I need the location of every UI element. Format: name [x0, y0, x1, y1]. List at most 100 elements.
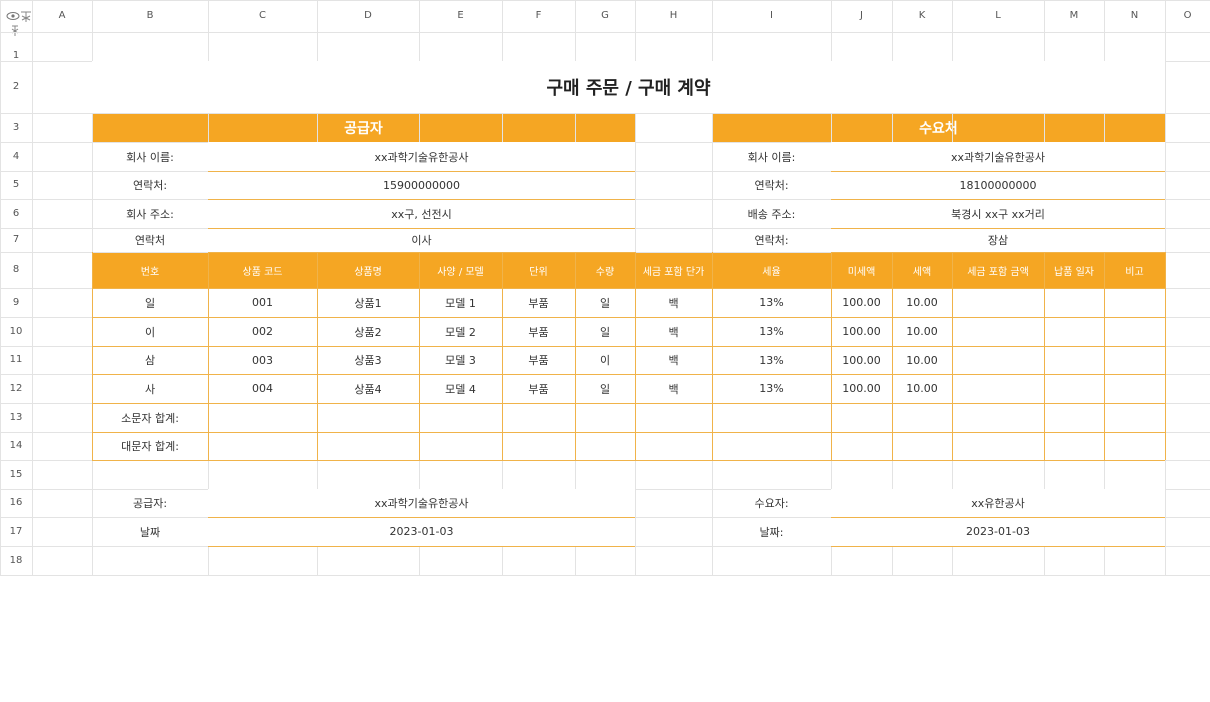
item-cell[interactable]: 상품4: [317, 374, 419, 403]
column-header[interactable]: I: [712, 0, 831, 32]
column-header[interactable]: D: [317, 0, 419, 32]
buyer-address-value[interactable]: 북경시 xx구 xx거리: [831, 199, 1165, 228]
item-cell[interactable]: 부품: [502, 317, 575, 346]
footer-buyer-date[interactable]: 2023-01-03: [831, 517, 1165, 546]
supplier-address-value[interactable]: xx구, 선전시: [208, 199, 635, 228]
item-cell[interactable]: [1044, 374, 1104, 403]
item-cell[interactable]: 상품3: [317, 346, 419, 374]
buyer-contact-value[interactable]: 18100000000: [831, 171, 1165, 199]
item-cell[interactable]: 100.00: [831, 374, 892, 403]
row-header[interactable]: 18: [0, 546, 32, 575]
eye-icon[interactable]: [6, 12, 20, 20]
column-header[interactable]: E: [419, 0, 502, 32]
column-header[interactable]: M: [1044, 0, 1104, 32]
row-header[interactable]: 3: [0, 113, 32, 142]
item-cell[interactable]: 10.00: [892, 346, 952, 374]
column-header[interactable]: J: [831, 0, 892, 32]
document-title: 구매 주문 / 구매 계약: [92, 61, 1165, 113]
item-cell[interactable]: 100.00: [831, 317, 892, 346]
supplier-company-value[interactable]: xx과학기술유한공사: [208, 142, 635, 171]
column-header[interactable]: A: [32, 0, 92, 32]
column-header[interactable]: G: [575, 0, 635, 32]
item-cell[interactable]: 이: [92, 317, 208, 346]
item-cell[interactable]: [1104, 317, 1165, 346]
item-cell[interactable]: 10.00: [892, 288, 952, 317]
supplier-person-value[interactable]: 이사: [208, 228, 635, 252]
column-header[interactable]: N: [1104, 0, 1165, 32]
row-header[interactable]: 9: [0, 288, 32, 317]
column-header[interactable]: F: [502, 0, 575, 32]
row-header[interactable]: 8: [0, 252, 32, 288]
item-cell[interactable]: 10.00: [892, 374, 952, 403]
item-cell[interactable]: [1104, 346, 1165, 374]
item-cell[interactable]: 100.00: [831, 346, 892, 374]
item-cell[interactable]: [1044, 346, 1104, 374]
column-header[interactable]: O: [1165, 0, 1210, 32]
buyer-person-value[interactable]: 장삼: [831, 228, 1165, 252]
row-header[interactable]: 4: [0, 142, 32, 171]
column-header[interactable]: H: [635, 0, 712, 32]
row-header[interactable]: 7: [0, 228, 32, 252]
item-cell[interactable]: 13%: [712, 346, 831, 374]
item-cell[interactable]: 부품: [502, 374, 575, 403]
item-cell[interactable]: 상품1: [317, 288, 419, 317]
row-header[interactable]: 6: [0, 199, 32, 228]
item-cell[interactable]: 일: [575, 374, 635, 403]
item-cell[interactable]: 백: [635, 288, 712, 317]
item-cell[interactable]: 상품2: [317, 317, 419, 346]
item-cell[interactable]: 일: [575, 288, 635, 317]
item-cell[interactable]: 백: [635, 317, 712, 346]
row-header[interactable]: 1: [0, 32, 32, 61]
item-cell[interactable]: 004: [208, 374, 317, 403]
row-header[interactable]: 11: [0, 346, 32, 374]
item-cell[interactable]: 삼: [92, 346, 208, 374]
item-cell[interactable]: 부품: [502, 288, 575, 317]
row-header[interactable]: 5: [0, 171, 32, 199]
row-header[interactable]: 16: [0, 489, 32, 517]
item-cell[interactable]: [1044, 317, 1104, 346]
item-cell[interactable]: 모델 3: [419, 346, 502, 374]
item-cell[interactable]: 백: [635, 374, 712, 403]
item-cell[interactable]: [952, 288, 1044, 317]
footer-supplier-value[interactable]: xx과학기술유한공사: [208, 489, 635, 517]
item-cell[interactable]: 일: [575, 317, 635, 346]
row-header[interactable]: 14: [0, 432, 32, 460]
item-cell[interactable]: 모델 4: [419, 374, 502, 403]
item-cell[interactable]: 001: [208, 288, 317, 317]
item-cell[interactable]: 모델 2: [419, 317, 502, 346]
column-header[interactable]: B: [92, 0, 208, 32]
row-header[interactable]: 15: [0, 460, 32, 489]
row-header[interactable]: 12: [0, 374, 32, 403]
item-cell[interactable]: [1044, 288, 1104, 317]
item-cell[interactable]: 100.00: [831, 288, 892, 317]
item-cell[interactable]: 부품: [502, 346, 575, 374]
column-header[interactable]: C: [208, 0, 317, 32]
item-cell[interactable]: [1104, 288, 1165, 317]
footer-supplier-date[interactable]: 2023-01-03: [208, 517, 635, 546]
item-cell[interactable]: 003: [208, 346, 317, 374]
column-header[interactable]: K: [892, 0, 952, 32]
table-border-h: [92, 460, 1165, 461]
item-cell[interactable]: 사: [92, 374, 208, 403]
item-cell[interactable]: 13%: [712, 317, 831, 346]
item-cell[interactable]: [1104, 374, 1165, 403]
row-header[interactable]: 17: [0, 517, 32, 546]
buyer-company-value[interactable]: xx과학기술유한공사: [831, 142, 1165, 171]
item-cell[interactable]: [952, 317, 1044, 346]
item-cell[interactable]: 일: [92, 288, 208, 317]
item-cell[interactable]: [952, 374, 1044, 403]
row-header[interactable]: 2: [0, 61, 32, 113]
item-cell[interactable]: 10.00: [892, 317, 952, 346]
row-header[interactable]: 10: [0, 317, 32, 346]
item-cell[interactable]: [952, 346, 1044, 374]
supplier-contact-value[interactable]: 15900000000: [208, 171, 635, 199]
row-header[interactable]: 13: [0, 403, 32, 432]
footer-buyer-value[interactable]: xx유한공사: [831, 489, 1165, 517]
column-header[interactable]: L: [952, 0, 1044, 32]
item-cell[interactable]: 13%: [712, 288, 831, 317]
item-cell[interactable]: 이: [575, 346, 635, 374]
item-cell[interactable]: 002: [208, 317, 317, 346]
item-cell[interactable]: 13%: [712, 374, 831, 403]
item-cell[interactable]: 백: [635, 346, 712, 374]
item-cell[interactable]: 모델 1: [419, 288, 502, 317]
